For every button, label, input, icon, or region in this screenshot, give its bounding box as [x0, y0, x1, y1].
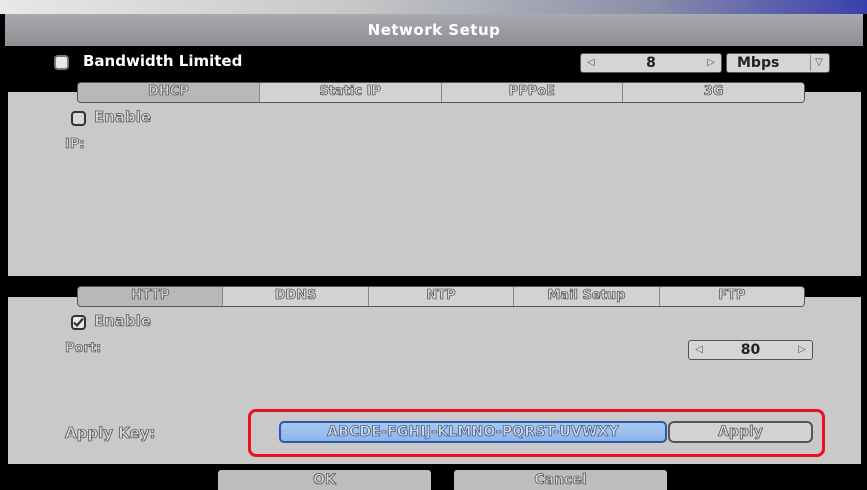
- spinner-right-arrow-icon[interactable]: ▷: [703, 55, 719, 71]
- spinner-left-arrow-icon[interactable]: ◁: [691, 342, 707, 358]
- network-setup-dialog: Network Setup Bandwidth Limited ◁ 8 ▷ Mb…: [5, 14, 863, 490]
- dhcp-enable-checkbox[interactable]: [71, 111, 86, 126]
- tab-mail-setup[interactable]: Mail Setup: [514, 287, 660, 306]
- ip-label: IP:: [65, 137, 85, 153]
- port-value: 80: [740, 342, 761, 358]
- service-tabs: HTTP DDNS NTP Mail Setup FTP: [77, 286, 805, 307]
- tab-pppoe[interactable]: PPPoE: [441, 83, 624, 102]
- port-spinner[interactable]: ◁ 80 ▷: [688, 340, 813, 360]
- connection-tabs: DHCP Static IP PPPoE 3G: [77, 82, 805, 103]
- dhcp-enable-label: Enable: [94, 108, 152, 127]
- tab-ntp[interactable]: NTP: [368, 287, 515, 306]
- dialog-title: Network Setup: [5, 14, 863, 46]
- http-enable-label: Enable: [94, 312, 152, 331]
- port-label: Port:: [65, 341, 102, 357]
- bandwidth-unit-value: Mbps: [737, 55, 780, 71]
- tab-3g[interactable]: 3G: [623, 83, 804, 102]
- bandwidth-limited-checkbox[interactable]: [54, 55, 69, 70]
- tab-http[interactable]: HTTP: [78, 287, 224, 306]
- bandwidth-limited-label: Bandwidth Limited: [83, 52, 243, 70]
- checkmark-icon: [73, 317, 84, 328]
- bandwidth-unit-dropdown[interactable]: Mbps ▽: [726, 53, 830, 73]
- apply-key-label: Apply Key:: [65, 424, 156, 443]
- top-strip: [0, 0, 867, 14]
- apply-button[interactable]: Apply: [668, 421, 813, 443]
- spinner-right-arrow-icon[interactable]: ▷: [794, 342, 810, 358]
- tab-ftp[interactable]: FTP: [659, 287, 804, 306]
- ok-button[interactable]: OK: [218, 470, 431, 490]
- spinner-left-arrow-icon[interactable]: ◁: [583, 55, 599, 71]
- cancel-button[interactable]: Cancel: [454, 470, 667, 490]
- tab-dhcp[interactable]: DHCP: [78, 83, 260, 102]
- http-enable-checkbox[interactable]: [71, 315, 86, 330]
- bandwidth-spinner[interactable]: ◁ 8 ▷: [580, 53, 722, 73]
- tab-static-ip[interactable]: Static IP: [259, 83, 442, 102]
- bandwidth-value: 8: [646, 55, 656, 71]
- chevron-down-icon[interactable]: ▽: [810, 55, 827, 71]
- apply-key-field[interactable]: ABCDE-FGHIJ-KLMNO-PQRST-UVWXY: [279, 421, 667, 443]
- tab-ddns[interactable]: DDNS: [223, 287, 369, 306]
